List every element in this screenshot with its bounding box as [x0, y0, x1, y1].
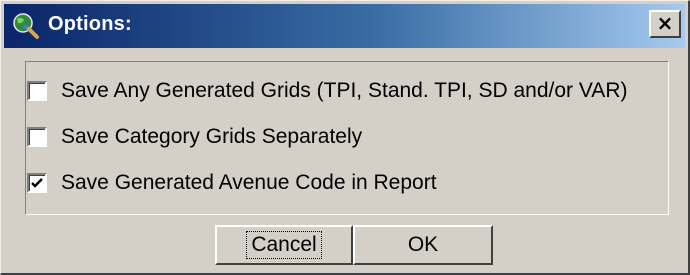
checkmark-icon — [31, 178, 43, 188]
option-save-avenue-code[interactable]: Save Generated Avenue Code in Report — [27, 169, 437, 197]
dialog-title: Options: — [48, 13, 132, 35]
title-bar[interactable]: Options: × — [4, 4, 685, 48]
save-generated-grids-checkbox[interactable] — [27, 81, 47, 101]
close-icon: × — [656, 11, 674, 35]
save-avenue-code-label: Save Generated Avenue Code in Report — [61, 171, 437, 194]
close-button[interactable]: × — [649, 10, 681, 38]
option-save-generated-grids[interactable]: Save Any Generated Grids (TPI, Stand. TP… — [27, 77, 627, 105]
save-avenue-code-checkbox[interactable] — [27, 173, 47, 193]
globe-magnifier-icon — [12, 12, 40, 40]
options-dialog: Options: × Save Any Generated Grids (TPI… — [0, 0, 690, 275]
cancel-button-label: Cancel — [246, 231, 322, 259]
save-generated-grids-label: Save Any Generated Grids (TPI, Stand. TP… — [61, 79, 628, 102]
ok-button-label: OK — [407, 233, 439, 256]
cancel-button[interactable]: Cancel — [215, 225, 353, 265]
option-save-category-grids[interactable]: Save Category Grids Separately — [27, 123, 362, 151]
ok-button[interactable]: OK — [353, 225, 493, 265]
save-category-grids-label: Save Category Grids Separately — [61, 125, 363, 148]
save-category-grids-checkbox[interactable] — [27, 127, 47, 147]
